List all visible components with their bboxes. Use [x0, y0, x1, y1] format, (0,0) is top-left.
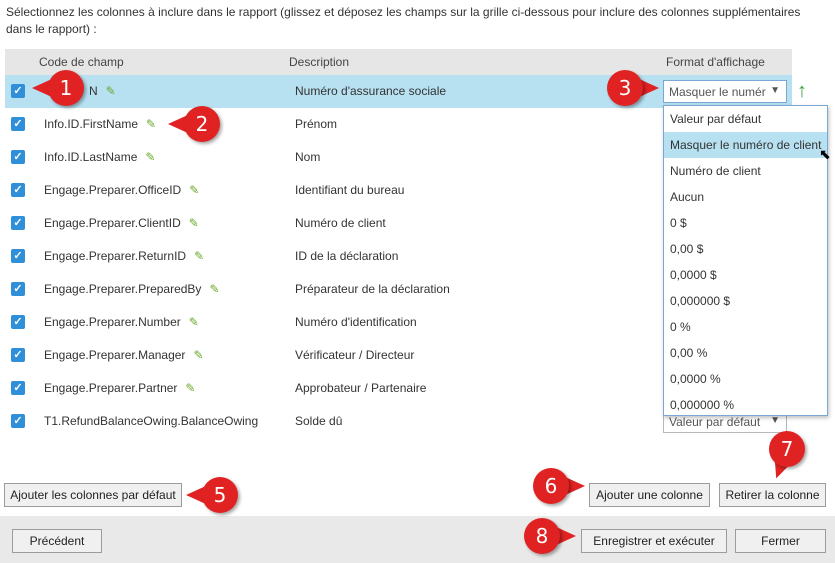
arrow-up-icon[interactable]: ↑ — [797, 80, 807, 103]
callout-badge: 6 — [531, 468, 585, 504]
row-description: Nom — [295, 150, 321, 164]
save-and-run-button[interactable]: Enregistrer et exécuter — [581, 529, 727, 553]
checkmark-icon[interactable]: ✓ — [11, 381, 25, 395]
add-column-button[interactable]: Ajouter une colonne — [589, 483, 710, 507]
pencil-icon[interactable]: ✎ — [185, 381, 195, 395]
pencil-icon[interactable]: ✎ — [209, 282, 219, 296]
row-code: Engage.Preparer.OfficeID ✎ — [44, 183, 200, 197]
checkmark-icon[interactable]: ✓ — [11, 84, 25, 98]
row-description: Identifiant du bureau — [295, 183, 405, 197]
row-code: Info.ID.LastName ✎ — [44, 150, 156, 164]
row-code: Info.ID.FirstName ✎ — [44, 117, 157, 131]
callout-badge: 5 — [186, 477, 240, 513]
pencil-icon[interactable]: ✎ — [193, 348, 203, 362]
table-row[interactable]: ✓ N ✎ Numéro d'assurance sociale Masquer … — [5, 75, 792, 108]
callout-badge: 1 — [32, 70, 86, 106]
format-dropdown-list[interactable]: Valeur par défaut Masquer le numéro de c… — [663, 105, 828, 416]
dropdown-option[interactable]: 0,0000 % — [664, 366, 827, 392]
dropdown-option[interactable]: 0 $ — [664, 210, 827, 236]
dropdown-option[interactable]: 0,00 % — [664, 340, 827, 366]
row-description: Préparateur de la déclaration — [295, 282, 450, 296]
pencil-icon[interactable]: ✎ — [106, 84, 116, 98]
callout-badge: 2 — [168, 106, 222, 142]
pencil-icon[interactable]: ✎ — [189, 216, 199, 230]
checkmark-icon[interactable]: ✓ — [11, 150, 25, 164]
row-description: Numéro d'assurance sociale — [295, 84, 447, 98]
checkmark-icon[interactable]: ✓ — [11, 282, 25, 296]
row-code: Engage.Preparer.Number ✎ — [44, 315, 199, 329]
row-code: Engage.Preparer.Partner ✎ — [44, 381, 196, 395]
checkmark-icon[interactable]: ✓ — [11, 183, 25, 197]
pencil-icon[interactable]: ✎ — [189, 183, 199, 197]
add-default-columns-button[interactable]: Ajouter les colonnes par défaut — [4, 483, 182, 507]
row-code: T1.RefundBalanceOwing.BalanceOwing — [44, 414, 259, 428]
row-description: Numéro de client — [295, 216, 386, 230]
checkmark-icon[interactable]: ✓ — [11, 315, 25, 329]
callout-badge: 3 — [605, 70, 659, 106]
row-code: Engage.Preparer.Manager ✎ — [44, 348, 204, 362]
header-code: Code de champ — [39, 55, 124, 69]
close-button[interactable]: Fermer — [735, 529, 826, 553]
pencil-icon[interactable]: ✎ — [189, 315, 199, 329]
grid-header: Code de champ Description Format d'affic… — [5, 49, 792, 75]
remove-column-button[interactable]: Retirer la colonne — [719, 483, 826, 507]
header-format: Format d'affichage — [666, 55, 765, 69]
pencil-icon[interactable]: ✎ — [194, 249, 204, 263]
pencil-icon[interactable]: ✎ — [145, 150, 155, 164]
checkmark-icon[interactable]: ✓ — [11, 348, 25, 362]
dropdown-option[interactable]: Valeur par défaut — [664, 106, 827, 132]
mouse-cursor-icon: ⬉ — [819, 146, 831, 162]
dropdown-option[interactable]: 0,0000 $ — [664, 262, 827, 288]
checkmark-icon[interactable]: ✓ — [11, 216, 25, 230]
checkmark-icon[interactable]: ✓ — [11, 117, 25, 131]
row-code: Engage.Preparer.PreparedBy ✎ — [44, 282, 220, 296]
pencil-icon[interactable]: ✎ — [146, 117, 156, 131]
chevron-down-icon: ▼ — [770, 85, 780, 96]
row-code: Engage.Preparer.ReturnID ✎ — [44, 249, 205, 263]
dropdown-option[interactable]: 0,000000 % — [664, 392, 827, 418]
checkmark-icon[interactable]: ✓ — [11, 249, 25, 263]
row-code: Engage.Preparer.ClientID ✎ — [44, 216, 199, 230]
dropdown-option[interactable]: 0 % — [664, 314, 827, 340]
row-description: Vérificateur / Directeur — [295, 348, 415, 362]
format-select-value: Masquer le numér — [669, 85, 766, 99]
row-description: Approbateur / Partenaire — [295, 381, 427, 395]
dropdown-option[interactable]: Masquer le numéro de client — [664, 132, 827, 158]
row-description: Prénom — [295, 117, 338, 131]
row-description: ID de la déclaration — [295, 249, 399, 263]
checkmark-icon[interactable]: ✓ — [11, 414, 25, 428]
callout-badge: 7 — [766, 431, 807, 482]
row-description: Numéro d'identification — [295, 315, 417, 329]
instructions-text: Sélectionnez les colonnes à inclure dans… — [6, 5, 801, 36]
previous-button[interactable]: Précédent — [12, 529, 102, 553]
dropdown-option[interactable]: 0,000000 $ — [664, 288, 827, 314]
dropdown-option[interactable]: Aucun — [664, 184, 827, 210]
header-description: Description — [289, 55, 350, 69]
dropdown-option[interactable]: Numéro de client — [664, 158, 827, 184]
dropdown-option[interactable]: 0,00 $ — [664, 236, 827, 262]
row-description: Solde dû — [295, 414, 343, 428]
format-select[interactable]: Masquer le numér ▼ — [663, 80, 787, 103]
callout-badge: 8 — [522, 518, 576, 554]
